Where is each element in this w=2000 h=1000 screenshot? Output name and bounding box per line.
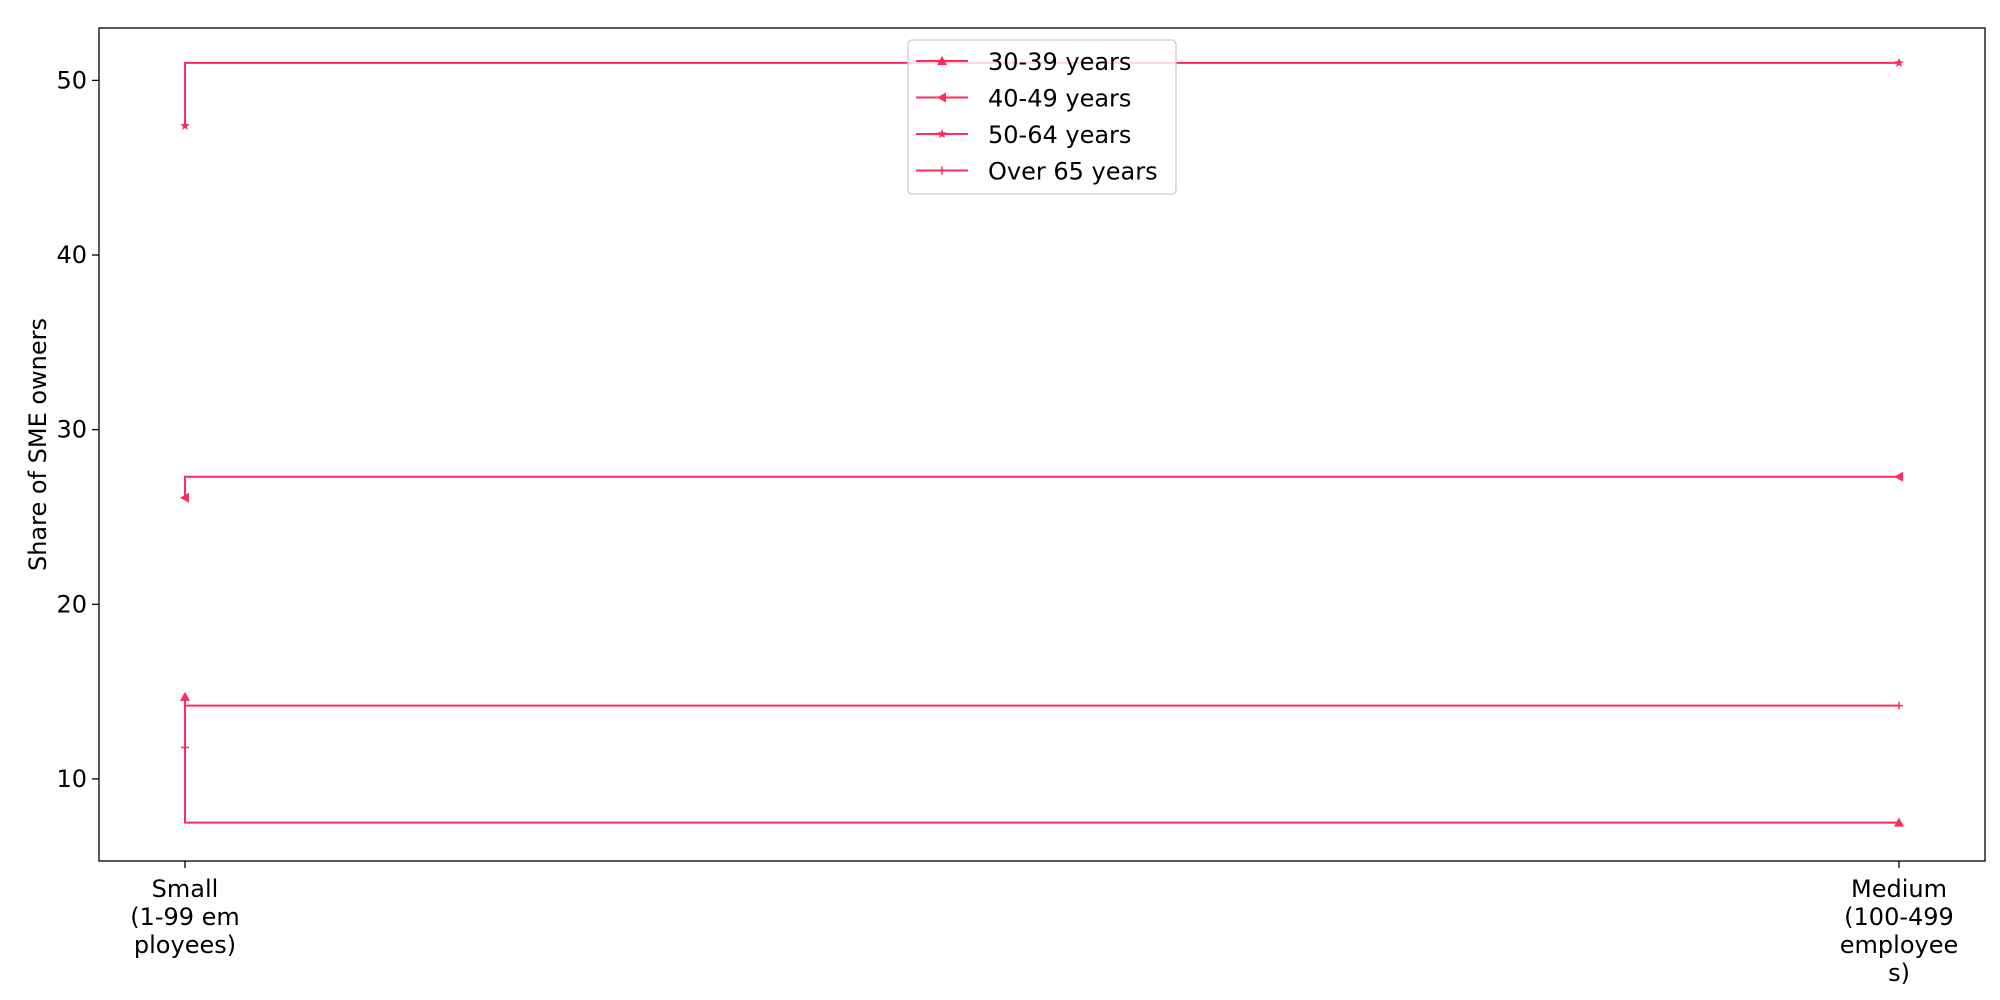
chart: 10 20 30 40 50 Small (1-99 em ployees) Medium (10…	[24, 27, 1986, 987]
axes: 10 20 30 40 50 Small (1-99 em ployees) Medium (10…	[24, 66, 1958, 987]
series-line	[184, 696, 1899, 824]
y-tick-label: 20	[56, 590, 87, 618]
legend-label: Over 65 years	[988, 158, 1158, 186]
data-point	[180, 691, 190, 701]
x-tick-label: Medium (100-499 employee s)	[1840, 875, 1958, 987]
y-tick-label: 10	[56, 765, 87, 793]
y-tick-label: 40	[56, 241, 87, 269]
y-tick-label: 30	[56, 416, 87, 444]
series-line	[184, 704, 1899, 748]
y-axis-label: Share of SME owners	[24, 318, 52, 571]
legend: 30-39 years 40-49 years 50-64 years Over 65…	[907, 39, 1177, 195]
data-point	[181, 743, 189, 752]
data-point	[1894, 57, 1904, 67]
data-point	[1895, 701, 1903, 710]
series-1	[180, 691, 1904, 827]
legend-label: 30-39 years	[988, 48, 1131, 76]
y-tick-label: 50	[56, 66, 87, 94]
legend-label: 50-64 years	[988, 121, 1131, 149]
legend-label: 40-49 years	[988, 85, 1131, 113]
series-2	[180, 471, 1903, 503]
series-4	[181, 701, 1903, 752]
series-line	[184, 475, 1899, 498]
data-point	[180, 120, 190, 130]
x-tick-label: Small (1-99 em ployees)	[130, 875, 240, 959]
data-point	[1894, 471, 1903, 482]
